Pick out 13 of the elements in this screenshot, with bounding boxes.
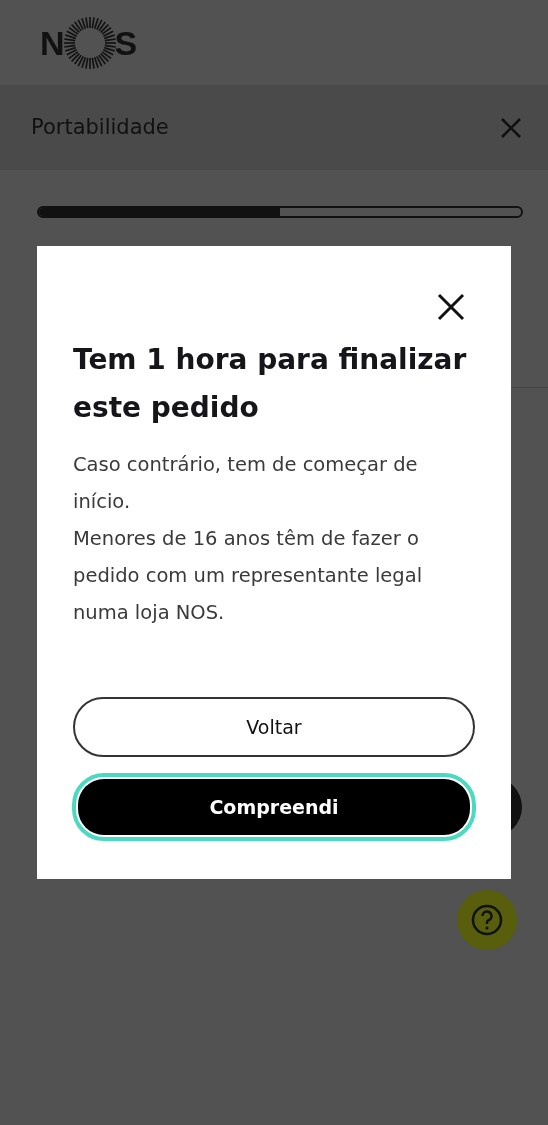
help-button[interactable] [457, 890, 517, 950]
close-icon [500, 117, 522, 139]
question-icon [470, 903, 504, 937]
sun-ring-icon [62, 15, 117, 70]
logo-letter: N [40, 25, 65, 60]
back-button[interactable]: Voltar [73, 697, 475, 757]
logo-letter: S [114, 25, 138, 60]
close-button[interactable] [436, 292, 466, 322]
close-icon [436, 292, 466, 322]
page-title: Portabilidade [31, 113, 169, 141]
dialog-text: Menores de 16 anos têm de fazer o pedido com um representante legal numa loja NOS. [73, 526, 424, 626]
dialog-title: Tem 1 hora para finalizar este pedido [73, 342, 468, 426]
dialog-text: Caso contrário, tem de começar de início. [73, 452, 419, 515]
